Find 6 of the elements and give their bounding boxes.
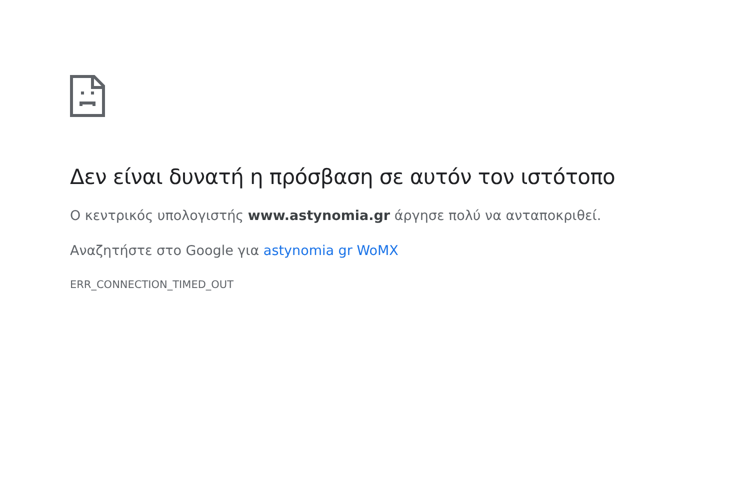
search-link[interactable]: astynomia gr WoMX <box>263 243 398 259</box>
error-message: Ο κεντρικός υπολογιστής www.astynomia.gr άργησε πολύ να ανταποκριθεί. <box>70 208 602 224</box>
error-heading: Δεν είναι δυνατή η πρόσβαση σε αυτόν τον ιστότοπο <box>70 165 616 189</box>
error-code: ERR_CONNECTION_TIMED_OUT <box>70 279 235 291</box>
sad-page-icon <box>70 75 105 117</box>
search-suggestion: Αναζητήστε στο Google για astynomia gr WoMX <box>70 243 400 259</box>
